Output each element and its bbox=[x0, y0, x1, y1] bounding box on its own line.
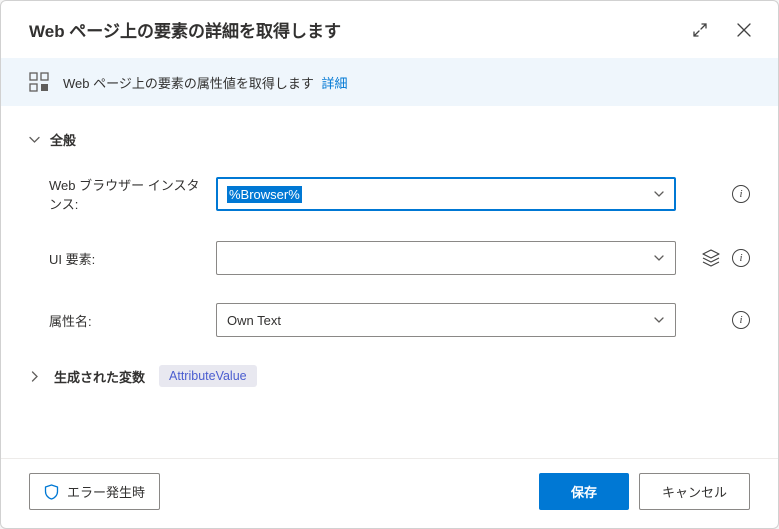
attribute-name-value: Own Text bbox=[227, 313, 281, 328]
field-attribute-name: 属性名: Own Text i bbox=[29, 303, 750, 337]
ui-element-select[interactable] bbox=[216, 241, 676, 275]
info-bar-text: Web ページ上の要素の属性値を取得します 詳細 bbox=[63, 73, 348, 92]
chevron-down-icon bbox=[653, 252, 665, 264]
on-error-label: エラー発生時 bbox=[67, 482, 145, 501]
web-details-icon bbox=[29, 72, 49, 92]
cancel-button[interactable]: キャンセル bbox=[639, 473, 750, 510]
info-icon[interactable]: i bbox=[732, 249, 750, 267]
details-link[interactable]: 詳細 bbox=[321, 76, 347, 91]
expand-icon[interactable] bbox=[690, 20, 710, 40]
dialog-title: Web ページ上の要素の詳細を取得します bbox=[29, 17, 341, 42]
field-ui-element-label: UI 要素: bbox=[29, 249, 204, 268]
chevron-down-icon bbox=[653, 188, 665, 200]
field-browser-instance-label: Web ブラウザー インスタンス: bbox=[29, 175, 204, 213]
chevron-right-icon bbox=[29, 371, 40, 382]
dialog-window: Web ページ上の要素の詳細を取得します Web ページ上の要素の属性値を取得し… bbox=[0, 0, 779, 529]
field-attribute-name-label: 属性名: bbox=[29, 311, 204, 330]
save-button[interactable]: 保存 bbox=[539, 473, 629, 510]
dialog-footer: エラー発生時 保存 キャンセル bbox=[1, 458, 778, 528]
section-general-title: 全般 bbox=[50, 130, 76, 149]
dialog-header: Web ページ上の要素の詳細を取得します bbox=[1, 1, 778, 58]
browser-instance-value: %Browser% bbox=[227, 186, 302, 203]
generated-vars-title: 生成された変数 bbox=[54, 367, 145, 386]
chevron-down-icon bbox=[653, 314, 665, 326]
chevron-down-icon bbox=[29, 134, 40, 145]
field-ui-element: UI 要素: i bbox=[29, 241, 750, 275]
selector-icon[interactable] bbox=[702, 249, 720, 267]
attribute-name-select[interactable]: Own Text bbox=[216, 303, 676, 337]
browser-instance-select[interactable]: %Browser% bbox=[216, 177, 676, 211]
variable-chip[interactable]: AttributeValue bbox=[159, 365, 257, 387]
info-icon[interactable]: i bbox=[732, 185, 750, 203]
close-icon[interactable] bbox=[734, 20, 754, 40]
dialog-content: 全般 Web ブラウザー インスタンス: %Browser% i UI 要素: bbox=[1, 106, 778, 458]
shield-icon bbox=[44, 484, 59, 500]
info-bar: Web ページ上の要素の属性値を取得します 詳細 bbox=[1, 58, 778, 106]
section-general-header[interactable]: 全般 bbox=[29, 130, 750, 149]
footer-actions: 保存 キャンセル bbox=[539, 473, 750, 510]
section-generated-vars[interactable]: 生成された変数 AttributeValue bbox=[29, 365, 750, 387]
header-actions bbox=[690, 20, 754, 40]
on-error-button[interactable]: エラー発生時 bbox=[29, 473, 160, 510]
field-browser-instance: Web ブラウザー インスタンス: %Browser% i bbox=[29, 175, 750, 213]
info-icon[interactable]: i bbox=[732, 311, 750, 329]
